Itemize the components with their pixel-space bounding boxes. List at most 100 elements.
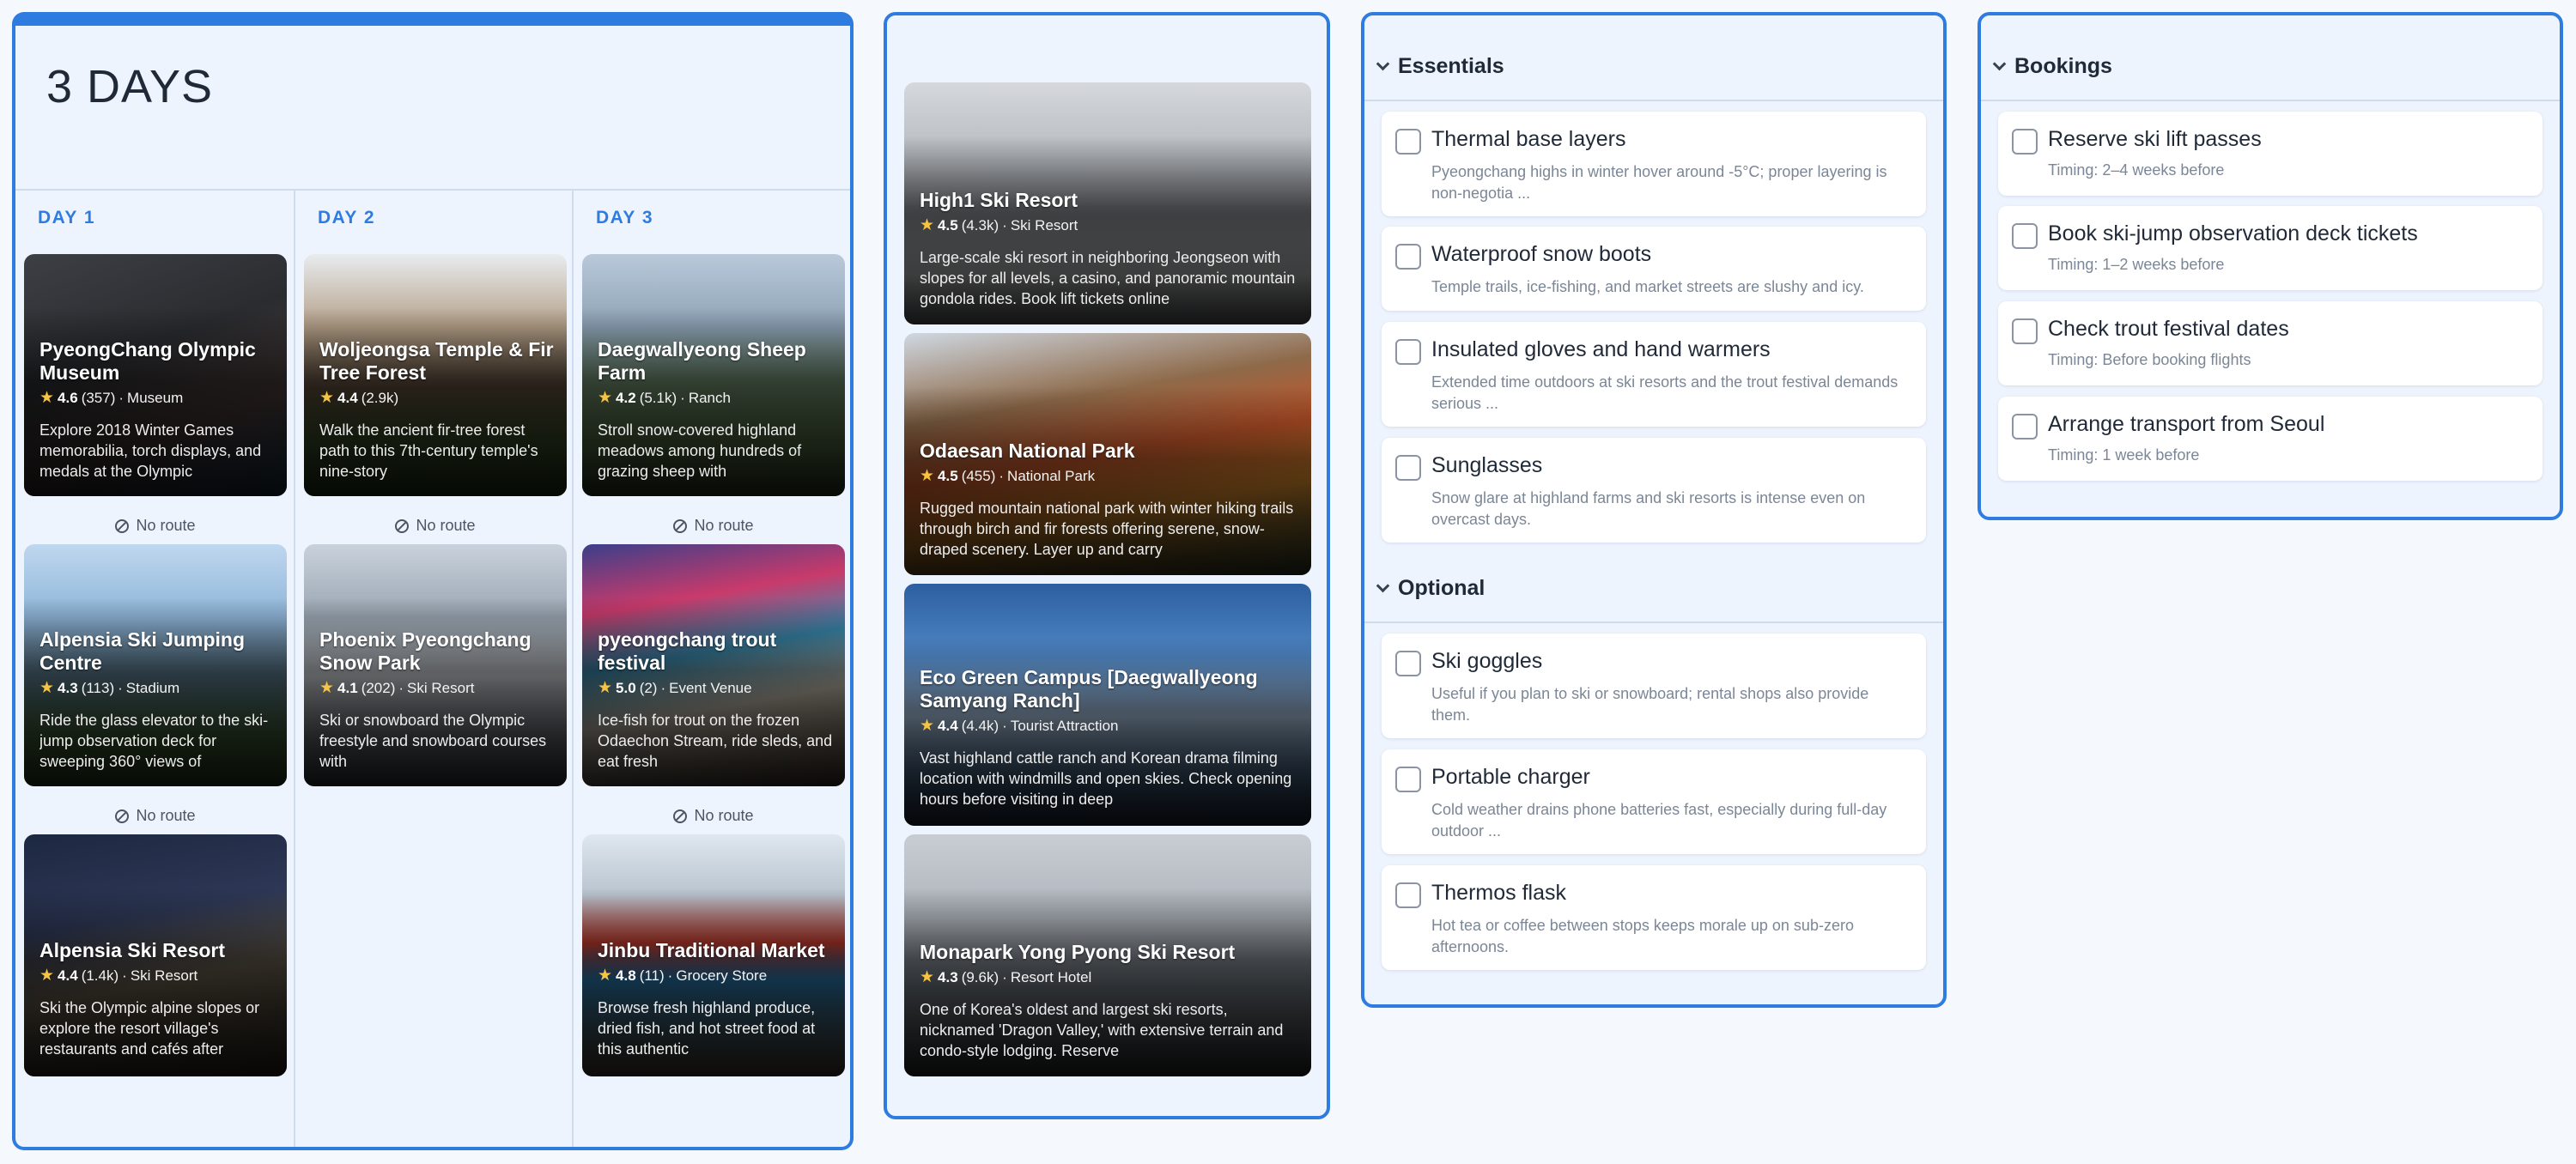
- item-title: Ski goggles: [1431, 649, 1543, 673]
- route-indicator[interactable]: No route: [24, 517, 287, 535]
- star-icon: ★: [39, 389, 55, 407]
- item-description: Cold weather drains phone batteries fast…: [1431, 801, 1887, 840]
- place-card-monapark-yong-pyong-ski-resort[interactable]: Monapark Yong Pyong Ski Resort ★ 4.3 (9.…: [904, 834, 1311, 1076]
- item-checkbox[interactable]: [1395, 339, 1421, 365]
- checklist-item: Portable charger Cold weather drains pho…: [1382, 749, 1926, 854]
- section-header-essentials[interactable]: Essentials: [1364, 33, 1943, 101]
- route-indicator[interactable]: No route: [304, 517, 567, 535]
- item-description: Useful if you plan to ski or snowboard; …: [1431, 685, 1869, 724]
- place-card-pyeongchang-olympic-museum[interactable]: PyeongChang Olympic Museum ★ 4.6 (357) ·…: [24, 254, 287, 496]
- checklist-item: Thermal base layers Pyeongchang highs in…: [1382, 112, 1926, 216]
- place-card-phoenix-pyeongchang-snow-park[interactable]: Phoenix Pyeongchang Snow Park ★ 4.1 (202…: [304, 544, 567, 786]
- chevron-down-icon: [1992, 57, 2007, 70]
- no-route-icon: [673, 809, 688, 823]
- packing-list-panel: Essentials Thermal base layers Pyeongcha…: [1361, 12, 1947, 1008]
- no-route-icon: [115, 518, 130, 533]
- item-checkbox[interactable]: [1395, 882, 1421, 908]
- chevron-down-icon: [1376, 579, 1390, 592]
- booking-item: Reserve ski lift passes Timing: 2–4 week…: [1998, 112, 2543, 196]
- place-meta: ★ 4.3 (9.6k) · Resort Hotel: [920, 968, 1092, 986]
- route-indicator[interactable]: No route: [582, 517, 845, 535]
- place-meta: ★ 4.2 (5.1k) · Ranch: [598, 389, 731, 407]
- place-description: Rugged mountain national park with winte…: [920, 500, 1294, 558]
- checklist-item: Insulated gloves and hand warmers Extend…: [1382, 322, 1926, 427]
- place-meta: ★ 4.4 (1.4k) · Ski Resort: [39, 967, 198, 985]
- place-description: Ski or snowboard the Olympic freestyle a…: [319, 712, 547, 770]
- item-checkbox[interactable]: [1395, 455, 1421, 481]
- place-description: Large-scale ski resort in neighboring Je…: [920, 249, 1296, 307]
- star-icon: ★: [598, 967, 613, 985]
- booking-item: Check trout festival dates Timing: Befor…: [1998, 301, 2543, 385]
- place-name: Odaesan National Park: [920, 440, 1135, 462]
- item-checkbox[interactable]: [1395, 767, 1421, 792]
- star-icon: ★: [39, 967, 55, 985]
- item-checkbox[interactable]: [1395, 651, 1421, 676]
- place-meta: ★ 5.0 (2) · Event Venue: [598, 679, 752, 697]
- day-column-2: DAY 2 Woljeongsa Temple & Fir Tree Fores…: [294, 189, 573, 1147]
- itinerary-panel: 3 DAYS DAY 1 PyeongChang Olympic Museum …: [12, 12, 854, 1150]
- item-title: Reserve ski lift passes: [2048, 127, 2262, 151]
- bookings-panel: Bookings Reserve ski lift passes Timing:…: [1978, 12, 2563, 520]
- item-checkbox[interactable]: [2012, 414, 2038, 440]
- place-name: Jinbu Traditional Market: [598, 939, 825, 961]
- item-title: Check trout festival dates: [2048, 317, 2289, 341]
- item-checkbox[interactable]: [2012, 129, 2038, 155]
- place-card-odaesan-national-park[interactable]: Odaesan National Park ★ 4.5 (455) · Nati…: [904, 333, 1311, 575]
- item-checkbox[interactable]: [1395, 129, 1421, 155]
- place-description: Vast highland cattle ranch and Korean dr…: [920, 749, 1292, 808]
- checklist-item: Waterproof snow boots Temple trails, ice…: [1382, 227, 1926, 311]
- item-timing: Timing: 1–2 weeks before: [2048, 256, 2225, 273]
- place-card-daegwallyeong-sheep-farm[interactable]: Daegwallyeong Sheep Farm ★ 4.2 (5.1k) · …: [582, 254, 845, 496]
- item-description: Temple trails, ice-fishing, and market s…: [1431, 278, 1864, 295]
- place-name: Alpensia Ski Resort: [39, 939, 226, 961]
- place-card-jinbu-traditional-market[interactable]: Jinbu Traditional Market ★ 4.8 (11) · Gr…: [582, 834, 845, 1076]
- place-name: Phoenix Pyeongchang Snow Park: [319, 628, 532, 674]
- place-description: Ski the Olympic alpine slopes or explore…: [39, 999, 260, 1058]
- no-route-icon: [673, 518, 688, 533]
- place-name: Monapark Yong Pyong Ski Resort: [920, 941, 1236, 963]
- place-card-eco-green-campus[interactable]: Eco Green Campus [Daegwallyeong Samyang …: [904, 584, 1311, 826]
- place-card-woljeongsa-temple[interactable]: Woljeongsa Temple & Fir Tree Forest ★ 4.…: [304, 254, 567, 496]
- item-description: Extended time outdoors at ski resorts an…: [1431, 373, 1899, 412]
- item-timing: Timing: 2–4 weeks before: [2048, 161, 2225, 179]
- day-label: DAY 3: [596, 208, 654, 227]
- star-icon: ★: [598, 389, 613, 407]
- place-meta: ★ 4.5 (455) · National Park: [920, 467, 1096, 485]
- place-name: PyeongChang Olympic Museum: [39, 338, 256, 384]
- item-title: Insulated gloves and hand warmers: [1431, 337, 1771, 361]
- section-header-bookings[interactable]: Bookings: [1981, 33, 2560, 101]
- chevron-down-icon: [1376, 57, 1390, 70]
- day-label: DAY 2: [318, 208, 376, 227]
- place-card-alpensia-ski-jumping-centre[interactable]: Alpensia Ski Jumping Centre ★ 4.3 (113) …: [24, 544, 287, 786]
- item-description: Snow glare at highland farms and ski res…: [1431, 489, 1866, 528]
- place-description: Explore 2018 Winter Games memorabilia, t…: [39, 421, 262, 480]
- place-name: pyeongchang trout festival: [598, 628, 777, 674]
- place-meta: ★ 4.1 (202) · Ski Resort: [319, 679, 475, 697]
- star-icon: ★: [319, 679, 335, 697]
- place-card-high1-ski-resort[interactable]: High1 Ski Resort ★ 4.5 (4.3k) · Ski Reso…: [904, 82, 1311, 324]
- checklist-item: Thermos flask Hot tea or coffee between …: [1382, 865, 1926, 970]
- place-meta: ★ 4.4 (2.9k): [319, 389, 399, 407]
- item-title: Waterproof snow boots: [1431, 242, 1652, 266]
- place-meta: ★ 4.3 (113) · Stadium: [39, 679, 180, 697]
- route-indicator[interactable]: No route: [582, 807, 845, 825]
- section-header-optional[interactable]: Optional: [1364, 555, 1943, 623]
- place-name: Woljeongsa Temple & Fir Tree Forest: [319, 338, 554, 384]
- item-checkbox[interactable]: [2012, 223, 2038, 249]
- place-card-alpensia-ski-resort[interactable]: Alpensia Ski Resort ★ 4.4 (1.4k) · Ski R…: [24, 834, 287, 1076]
- item-checkbox[interactable]: [2012, 318, 2038, 344]
- star-icon: ★: [920, 467, 935, 485]
- place-description: Browse fresh highland produce, dried fis…: [598, 999, 816, 1058]
- checklist-item: Sunglasses Snow glare at highland farms …: [1382, 438, 1926, 543]
- place-meta: ★ 4.5 (4.3k) · Ski Resort: [920, 216, 1078, 234]
- item-checkbox[interactable]: [1395, 244, 1421, 270]
- place-card-pyeongchang-trout-festival[interactable]: pyeongchang trout festival ★ 5.0 (2) · E…: [582, 544, 845, 786]
- item-description: Hot tea or coffee between stops keeps mo…: [1431, 917, 1854, 955]
- route-indicator[interactable]: No route: [24, 807, 287, 825]
- item-timing: Timing: Before booking flights: [2048, 351, 2251, 368]
- star-icon: ★: [319, 389, 335, 407]
- place-meta: ★ 4.6 (357) · Museum: [39, 389, 184, 407]
- item-title: Arrange transport from Seoul: [2048, 412, 2325, 436]
- item-description: Pyeongchang highs in winter hover around…: [1431, 163, 1887, 202]
- star-icon: ★: [920, 968, 935, 986]
